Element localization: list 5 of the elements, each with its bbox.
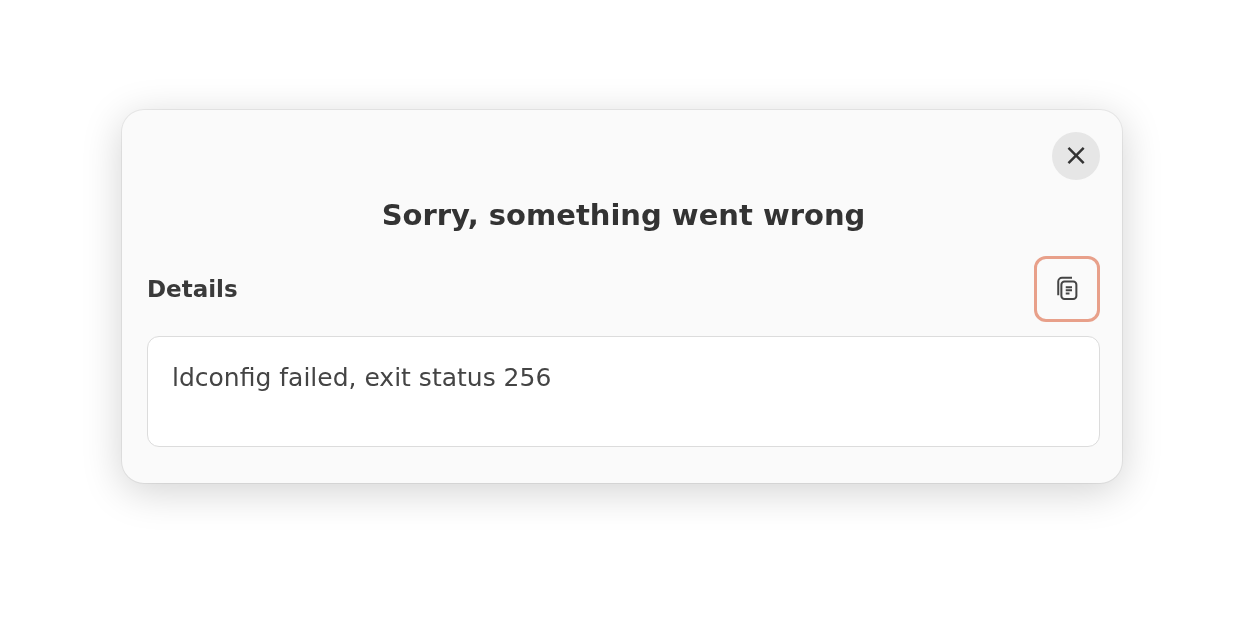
details-text: ldconfig failed, exit status 256 bbox=[147, 336, 1100, 447]
dialog-title: Sorry, something went wrong bbox=[380, 198, 867, 232]
copy-button[interactable] bbox=[1034, 256, 1100, 322]
close-button[interactable]: × bbox=[1052, 132, 1100, 180]
details-label: Details bbox=[147, 276, 238, 302]
